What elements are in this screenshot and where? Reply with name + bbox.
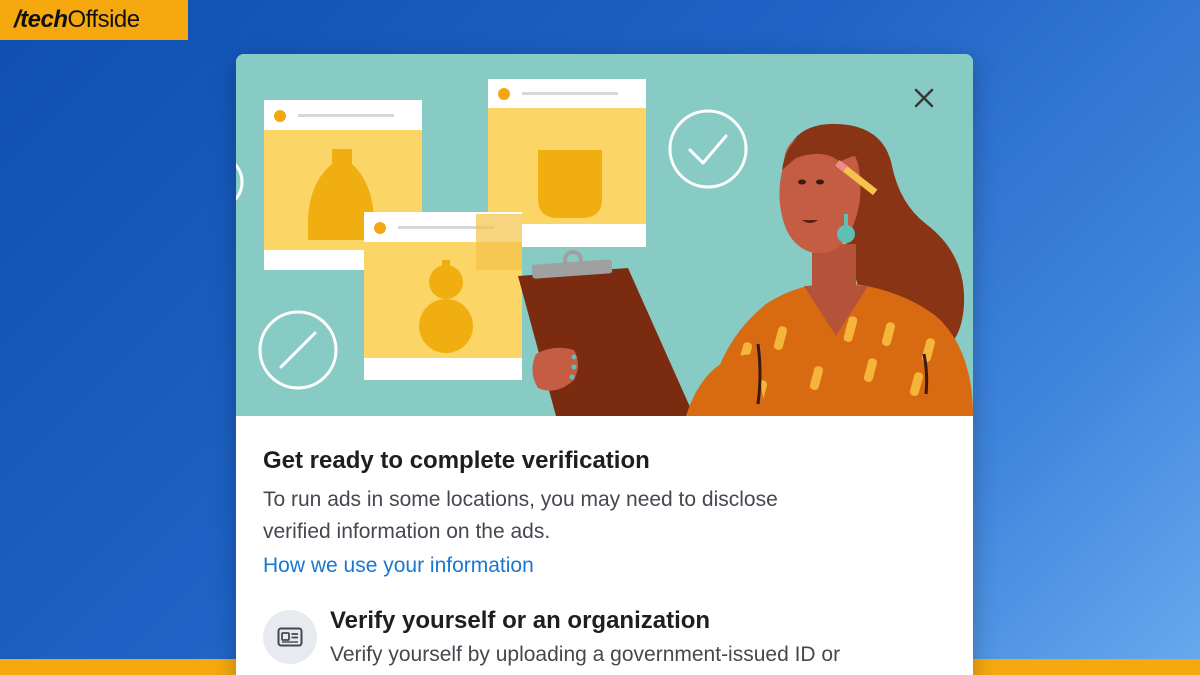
techoffside-logo: /tech Offside <box>0 0 188 40</box>
option-title: Verify yourself or an organization <box>330 607 711 634</box>
checkmark-circle-icon <box>668 109 748 189</box>
close-button[interactable] <box>908 82 940 114</box>
dialog-title: Get ready to complete verification <box>263 447 650 474</box>
verification-dialog: Get ready to complete verification To ru… <box>236 54 973 675</box>
blocked-circle-icon <box>258 310 338 390</box>
description-line-2: verified information on the ads. <box>263 520 551 543</box>
close-icon <box>914 88 934 108</box>
hero-illustration <box>236 54 973 416</box>
dialog-description: To run ads in some locations, you may ne… <box>263 484 945 548</box>
description-line-1: To run ads in some locations, you may ne… <box>263 488 778 511</box>
id-card-icon <box>263 610 317 664</box>
post-card-gourd <box>364 212 522 380</box>
illustration-svg <box>236 79 973 416</box>
option-description: Verify yourself by uploading a governmen… <box>330 643 841 666</box>
verify-yourself-option[interactable]: Verify yourself or an organization Verif… <box>263 604 953 672</box>
logo-text-offside: Offside <box>67 6 141 33</box>
how-we-use-info-link[interactable]: How we use your information <box>263 550 534 582</box>
option-text: Verify yourself or an organization Verif… <box>330 604 840 672</box>
logo-text-tech: /tech <box>14 6 68 33</box>
partial-circle-icon <box>236 163 244 201</box>
dialog-content: Get ready to complete verification To ru… <box>236 416 973 675</box>
